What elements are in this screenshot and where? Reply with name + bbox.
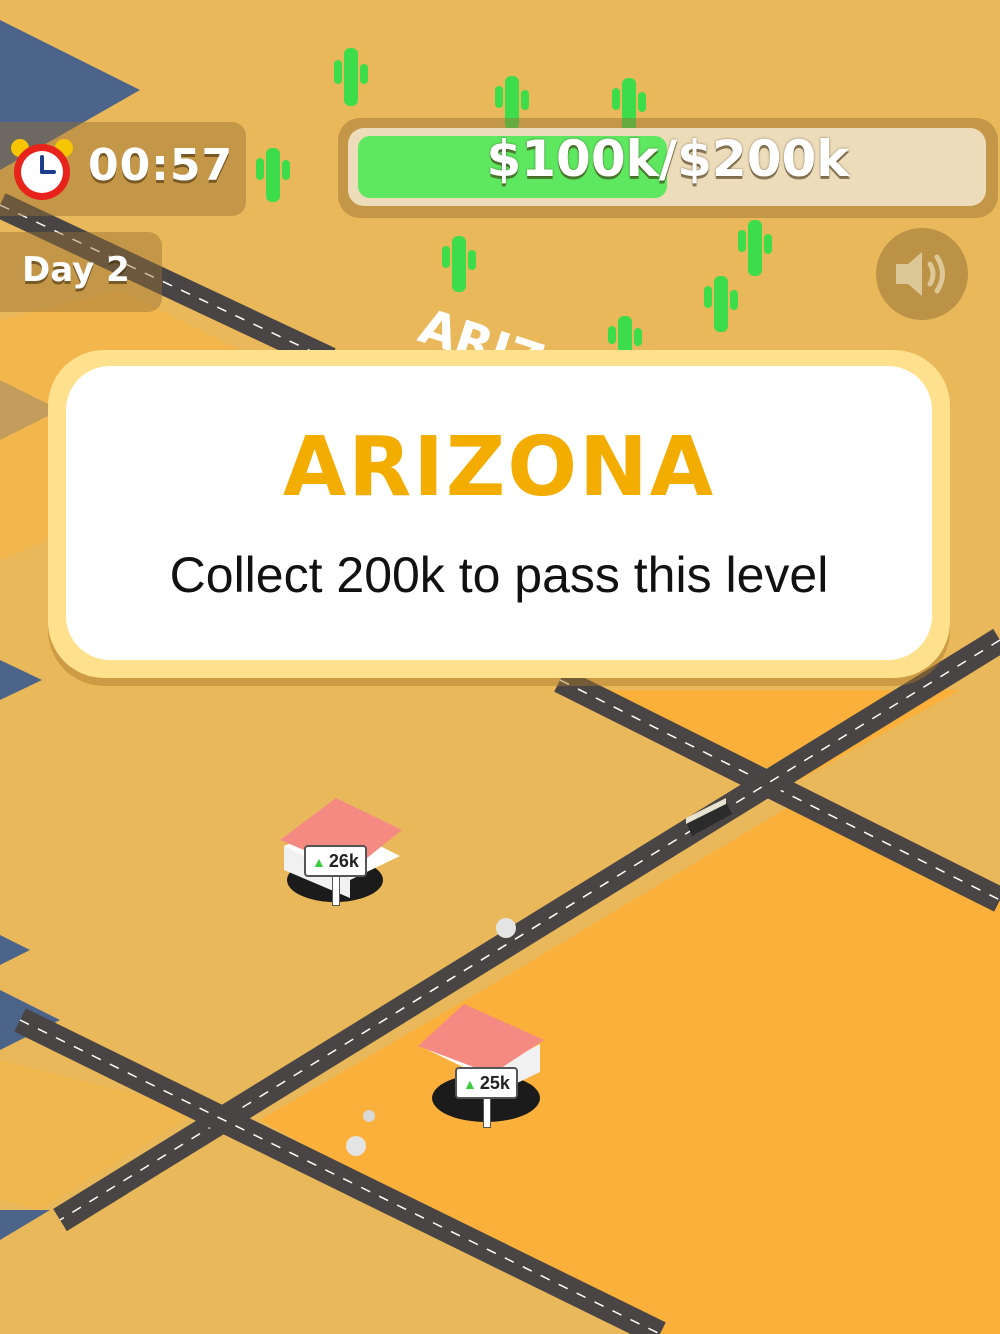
level-title: ARIZONA bbox=[282, 420, 716, 515]
smoke-puff bbox=[346, 1136, 366, 1156]
house-price-sign: ▲ 25k bbox=[455, 1067, 518, 1099]
house-price: 26k bbox=[328, 851, 359, 871]
sign-post bbox=[483, 1096, 491, 1128]
house-price-sign: ▲ 26k bbox=[304, 845, 367, 877]
level-intro-card: ARIZONA Collect 200k to pass this level bbox=[66, 366, 932, 660]
up-arrow-icon: ▲ bbox=[463, 1076, 477, 1092]
timer-value: 00:57 bbox=[88, 140, 234, 191]
sound-toggle-button[interactable] bbox=[876, 228, 968, 320]
level-intro-popup[interactable]: ARIZONA Collect 200k to pass this level bbox=[48, 350, 950, 678]
timer-panel: 00:57 bbox=[0, 122, 246, 216]
house-price: 25k bbox=[479, 1073, 510, 1093]
sign-post bbox=[332, 874, 340, 906]
alarm-clock-icon bbox=[11, 139, 73, 200]
progress-label: $100k/$200k bbox=[486, 130, 850, 188]
smoke-puff bbox=[363, 1110, 375, 1122]
day-label: Day 2 bbox=[22, 250, 130, 290]
speaker-icon bbox=[896, 252, 945, 296]
money-progress-bar: $100k/$200k bbox=[338, 118, 998, 218]
level-goal-text: Collect 200k to pass this level bbox=[169, 547, 829, 603]
up-arrow-icon: ▲ bbox=[312, 854, 326, 870]
day-panel: Day 2 bbox=[0, 232, 162, 312]
smoke-puff bbox=[496, 918, 516, 938]
